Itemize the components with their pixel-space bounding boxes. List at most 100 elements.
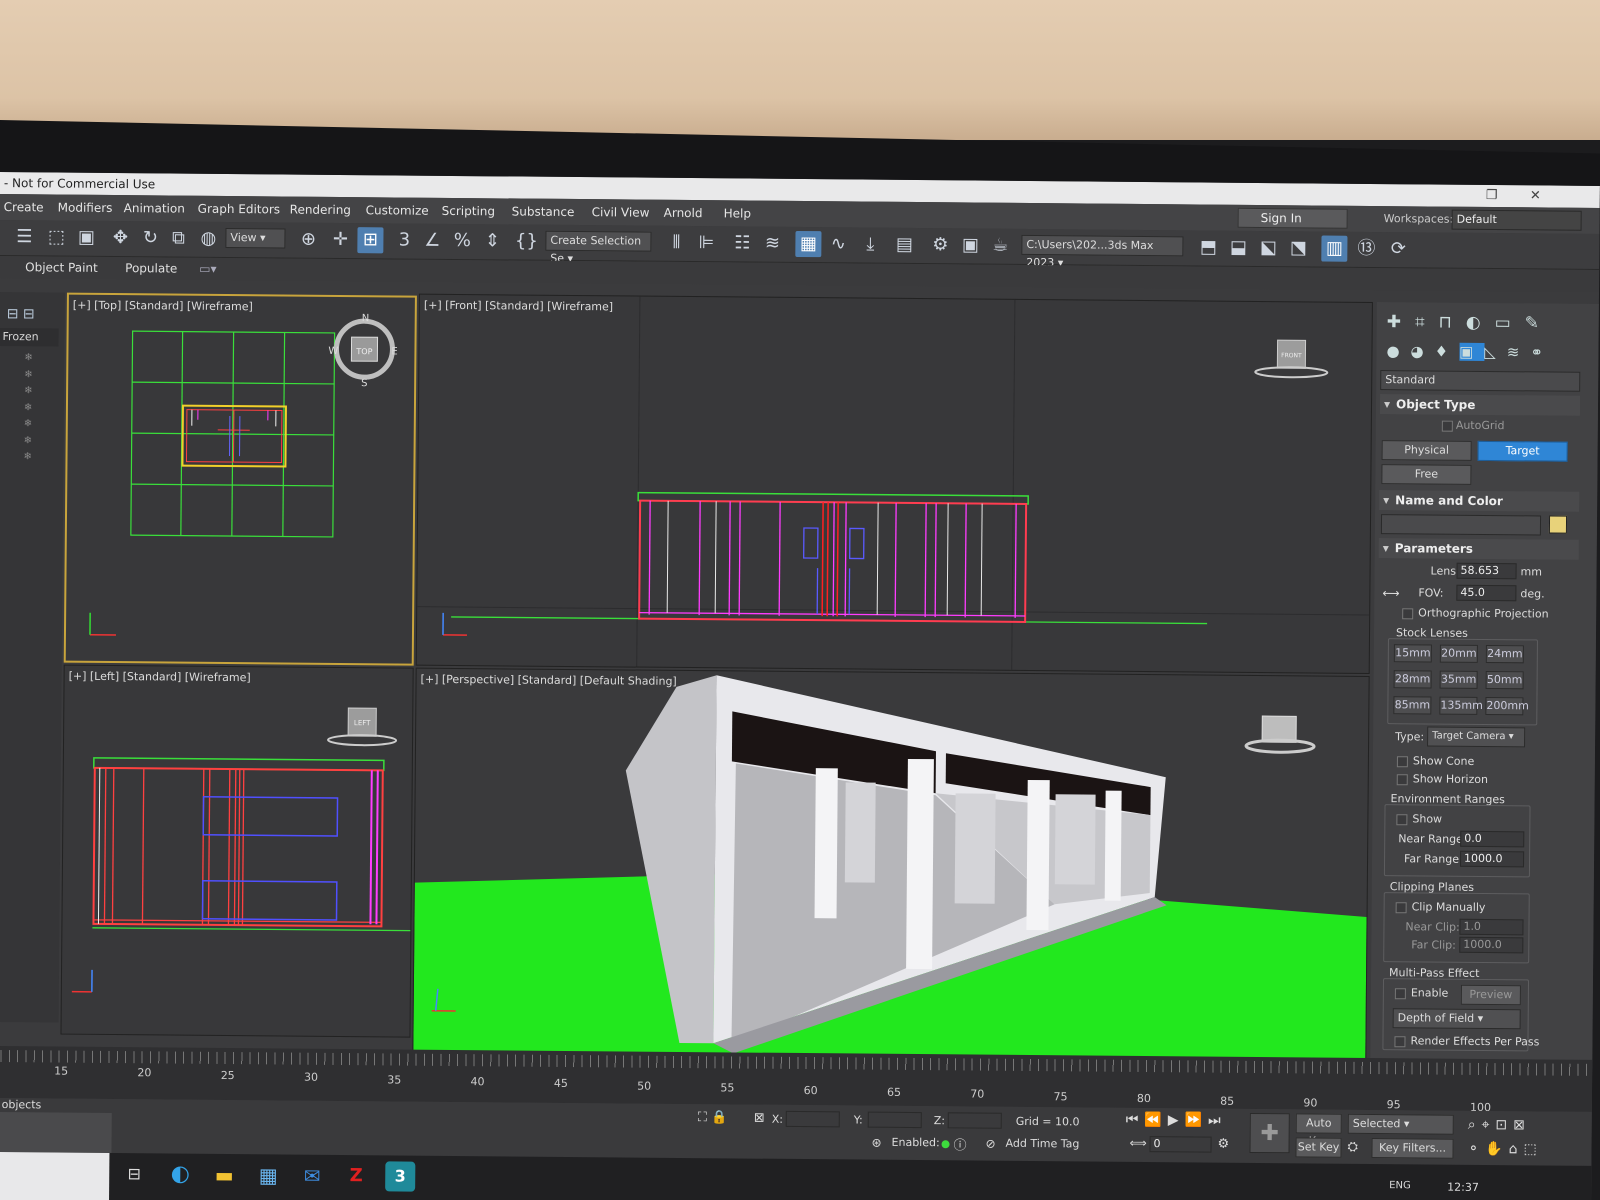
reference-coord-dropdown[interactable]: View ▾ (225, 227, 286, 249)
percent-snap-icon[interactable]: % (449, 228, 475, 254)
x-coord-field[interactable] (785, 1110, 840, 1128)
viewport-perspective[interactable]: [+] [Perspective] [Standard] [Default Sh… (412, 667, 1370, 1060)
material-editor-icon[interactable]: ▤ (891, 232, 917, 258)
menu-rendering[interactable]: Rendering (290, 197, 352, 224)
align-icon[interactable]: ⊫ (693, 230, 719, 256)
help-search-icon[interactable]: ⟳ (1385, 236, 1411, 262)
isolate-icon[interactable]: ⛶ 🔒 (698, 1110, 728, 1125)
time-configuration-icon[interactable]: ⚙ (1217, 1137, 1229, 1152)
key-filters-button[interactable]: Key Filters... (1371, 1138, 1454, 1159)
frozen-column-header[interactable]: Frozen (0, 327, 59, 347)
create-category-icons[interactable]: ●◕♦▣◺≋⚭ (1386, 342, 1554, 361)
ortho-checkbox[interactable] (1402, 608, 1414, 620)
menu-modifiers[interactable]: Modifiers (58, 195, 113, 221)
viewport-nav-icons-row1[interactable]: ⌕⌖⊡⊠ (1468, 1117, 1531, 1134)
y-coord-field[interactable] (867, 1111, 922, 1129)
spinner-snap-icon[interactable]: ⇕ (479, 228, 505, 254)
selection-set-dropdown[interactable]: Create Selection Se ▾ (545, 230, 652, 265)
viewcube-front[interactable]: FRONT (1281, 352, 1302, 359)
z-coord-field[interactable] (947, 1112, 1002, 1129)
menu-customize[interactable]: Customize (366, 197, 429, 224)
viewport-nav-icons-row2[interactable]: ⚬✋⌂⬚ (1467, 1141, 1542, 1158)
history-icon[interactable]: ⑬ (1353, 236, 1379, 262)
menu-scripting[interactable]: Scripting (442, 198, 496, 224)
edge-browser-icon[interactable]: ◐ (165, 1159, 195, 1189)
autodesk-account-icon[interactable]: ▥ (1321, 235, 1348, 262)
3ds-max-icon[interactable]: 3 (385, 1161, 416, 1192)
place-icon[interactable]: ◍ (195, 226, 221, 252)
close-icon[interactable]: ✕ (1530, 185, 1541, 207)
lens-20mm-button[interactable]: 20mm (1439, 644, 1478, 663)
ribbon-toggle-icon[interactable]: ▭▾ (199, 258, 217, 280)
current-frame-spinner[interactable]: 0 (1149, 1136, 1212, 1153)
snaps-toggle-icon[interactable]: 3 (391, 227, 417, 253)
viewport-left[interactable]: [+] [Left] [Standard] [Wireframe] LEFT (60, 664, 414, 1038)
filezilla-icon[interactable]: Z (341, 1161, 371, 1191)
lens-35mm-button[interactable]: 35mm (1439, 670, 1478, 689)
key-filter-icon[interactable]: ⛭ (1347, 1140, 1358, 1155)
lens-15mm-button[interactable]: 15mm (1393, 644, 1432, 663)
viewport-front[interactable]: [+] [Front] [Standard] [Wireframe] FRONT (415, 293, 1373, 674)
set-key-large-button[interactable]: ✚ (1249, 1112, 1290, 1154)
window-crossing-icon[interactable]: ▣ (73, 225, 99, 251)
add-time-tag-button[interactable]: Add Time Tag (1006, 1137, 1080, 1151)
far-range-spinner[interactable]: 1000.0 (1459, 850, 1525, 868)
key-mode-dropdown[interactable]: Selected ▾ (1347, 1113, 1454, 1135)
task-view-icon[interactable]: ⊟ (119, 1159, 149, 1189)
physical-camera-button[interactable]: Physical (1381, 440, 1472, 461)
near-clip-spinner[interactable]: 1.0 (1459, 918, 1524, 936)
auto-key-button[interactable]: Auto Key (1295, 1113, 1342, 1148)
menu-animation[interactable]: Animation (124, 195, 185, 222)
maxscript-listener[interactable] (0, 1111, 112, 1154)
camera-type-dropdown[interactable]: Target Camera ▾ (1427, 726, 1526, 748)
select-manipulate-icon[interactable]: ✛ (327, 227, 353, 253)
move-icon[interactable]: ✥ (107, 225, 133, 251)
menu-substance[interactable]: Substance (512, 198, 575, 225)
mail-icon[interactable]: ✉ (297, 1161, 327, 1191)
clock[interactable]: 12:37 (1447, 1181, 1479, 1194)
rect-select-icon[interactable]: ⬚ (43, 224, 69, 250)
object-name-input[interactable] (1380, 514, 1542, 536)
viewcube-top[interactable]: TOP (355, 347, 372, 356)
menu-help[interactable]: Help (724, 200, 752, 226)
info-icon[interactable]: ⓘ (953, 1134, 966, 1153)
viewport-perspective-label[interactable]: [+] [Perspective] [Standard] [Default Sh… (421, 673, 677, 688)
lens-spinner[interactable]: 58.653 (1456, 562, 1517, 580)
workspaces-dropdown[interactable]: Default (1451, 209, 1582, 231)
show-cone-checkbox[interactable] (1396, 756, 1408, 768)
lens-85mm-button[interactable]: 85mm (1393, 696, 1432, 715)
time-config-icon[interactable]: ⟺ (1130, 1136, 1147, 1150)
curve-editor-icon[interactable]: ∿ (825, 231, 851, 257)
target-camera-button[interactable]: Target (1477, 440, 1568, 462)
keyboard-shortcut-icon[interactable]: ⊞ (357, 227, 384, 254)
render-setup-icon[interactable]: ⚙ (927, 232, 953, 258)
set-key-button[interactable]: Set Key (1295, 1137, 1342, 1158)
scene-explorer-icon[interactable]: ☷ (729, 230, 755, 256)
lens-24mm-button[interactable]: 24mm (1485, 644, 1524, 664)
store-icon[interactable]: ▦ (253, 1160, 283, 1190)
object-paint-tab[interactable]: Object Paint (25, 256, 98, 279)
restore-icon[interactable]: ❐ (1486, 185, 1498, 207)
language-indicator[interactable]: ENG (1389, 1180, 1411, 1191)
multipass-effect-dropdown[interactable]: Depth of Field ▾ (1392, 1008, 1521, 1030)
object-category-dropdown[interactable]: Standard (1380, 370, 1581, 392)
rendered-frame-icon[interactable]: ▣ (957, 232, 983, 258)
edit-named-sets-icon[interactable]: {} (513, 228, 539, 254)
rotate-icon[interactable]: ↻ (137, 225, 163, 251)
select-object-icon[interactable]: ☰ (11, 224, 37, 250)
hierarchy-icon[interactable]: ⊟ ⊟ (7, 306, 35, 322)
absolute-mode-icon[interactable]: ⊠ (754, 1111, 765, 1126)
toggle-ribbon-icon[interactable]: ▦ (795, 230, 822, 258)
playback-controls[interactable]: ⏮⏪▶⏩⏭ (1126, 1112, 1227, 1129)
save-project-icon[interactable]: ⬓ (1225, 235, 1251, 261)
render-production-icon[interactable]: ☕ (987, 233, 1013, 259)
parameters-rollout[interactable]: Parameters (1378, 538, 1579, 560)
near-range-spinner[interactable]: 0.0 (1460, 830, 1525, 848)
schematic-view-icon[interactable]: ⤓ (857, 231, 883, 257)
menu-graph-editors[interactable]: Graph Editors (198, 196, 281, 223)
free-camera-button[interactable]: Free (1381, 464, 1472, 485)
multipass-enable-checkbox[interactable] (1394, 988, 1406, 1000)
freeze-column-icons[interactable]: ❄ ❄ ❄ ❄ ❄ ❄ ❄ (23, 350, 32, 466)
file-explorer-icon[interactable]: ▬ (209, 1160, 239, 1190)
env-show-checkbox[interactable] (1396, 814, 1408, 826)
